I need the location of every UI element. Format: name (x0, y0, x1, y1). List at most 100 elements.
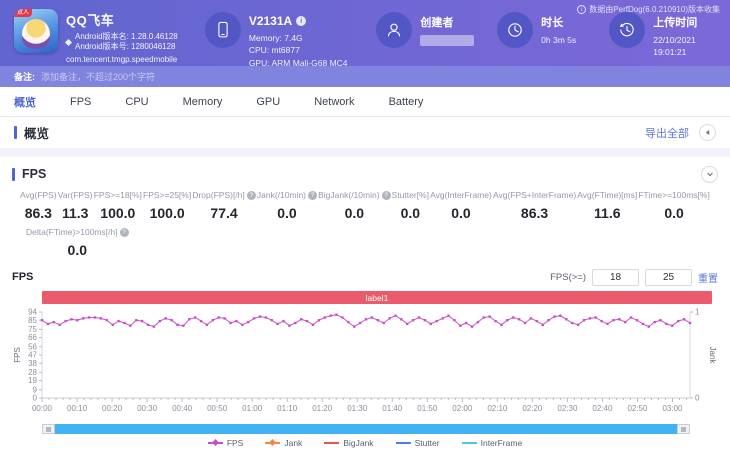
creator-block: 创建者 (376, 9, 497, 48)
svg-text:94: 94 (28, 308, 37, 317)
metric-label: BigJank(/10min)? (318, 190, 391, 200)
fps-chart-wrap: 0 9 19 28 38 47 56 66 75 85 94 FPS 0 1 Jank 00:00 00:10 0… (12, 306, 718, 423)
metric-value: 86.3 (24, 205, 52, 221)
metric-label: Var(FPS) (57, 190, 93, 200)
app-package: com.tencent.tmgp.speedmobile (66, 55, 178, 64)
legend-label: FPS (226, 437, 244, 448)
metric-value: 11.6 (594, 205, 621, 221)
svg-text:01:30: 01:30 (347, 404, 368, 413)
app-version-name: Android版本名: 1.28.0.46128 (75, 32, 178, 41)
collapse-down-button[interactable] (701, 165, 718, 183)
collapse-left-button[interactable] (699, 124, 716, 141)
device-block: V2131A i Memory: 7.4G CPU: mt6877 GPU: AR… (204, 9, 377, 69)
duration-label: 时长 (541, 17, 564, 29)
svg-text:02:30: 02:30 (557, 404, 578, 413)
svg-text:02:50: 02:50 (627, 404, 648, 413)
scrollbar-track[interactable] (55, 424, 677, 434)
legend-marker (265, 441, 281, 444)
svg-text:85: 85 (28, 316, 37, 325)
scrollbar-left-handle[interactable] (42, 424, 55, 434)
fps-threshold-input-1[interactable] (592, 268, 639, 286)
chart-annotation-bar: label1 (42, 291, 712, 304)
creator-name-masked (420, 35, 475, 46)
svg-text:0: 0 (33, 394, 38, 403)
svg-text:19: 19 (28, 376, 37, 385)
metric: Drop(FPS)[/h]? 77.4 (192, 190, 256, 221)
legend-label: Jank (284, 437, 303, 448)
svg-text:1: 1 (695, 308, 700, 317)
app-header: 双人 QQ飞车 Android版本名: 1.28.0.46128 Android… (0, 0, 730, 69)
section-gap (0, 149, 730, 157)
tab-memory[interactable]: Memory (183, 96, 223, 108)
collector-note: i 数据由PerfDog(6.0.210910)版本收集 (577, 4, 720, 15)
app-version-code: Android版本号: 1280046128 (75, 42, 176, 51)
metric-value: 11.3 (61, 205, 89, 221)
history-clock-icon (609, 12, 646, 48)
metric-value: 100.0 (149, 205, 185, 221)
metric: FPS>=25[%] 100.0 (143, 190, 191, 221)
metric-value: 0.0 (344, 205, 365, 221)
fps-card: FPS Avg(FPS) 86.3 Var(FPS) 11.3 FPS>=18[%] 10… (0, 157, 730, 461)
svg-text:47: 47 (28, 351, 37, 360)
svg-text:01:40: 01:40 (382, 404, 403, 413)
legend-item-jank[interactable]: Jank (265, 438, 302, 448)
note-bar[interactable]: 备注: 添加备注，不超过200个字符 (0, 66, 730, 87)
note-label: 备注: (14, 72, 35, 82)
metric-label: Drop(FPS)[/h]? (192, 190, 256, 200)
legend-item-fps[interactable]: FPS (207, 437, 244, 448)
help-icon[interactable]: ? (381, 190, 391, 200)
tab-gpu[interactable]: GPU (256, 96, 280, 108)
tab-network[interactable]: Network (314, 96, 354, 108)
device-cpu: CPU: mt6877 (248, 45, 300, 56)
upload-value: 22/10/2021 19:01:21 (653, 35, 696, 58)
help-icon[interactable]: ? (119, 227, 129, 237)
metric-label: Delta(FTime)>100ms[/h]? (26, 227, 129, 237)
clock-icon (497, 12, 534, 48)
tab-fps[interactable]: FPS (70, 96, 91, 108)
svg-text:01:50: 01:50 (417, 404, 438, 413)
overview-section-bar: 概览 导出全部 (0, 117, 730, 149)
metric-label: Avg(FTime)[ms] (577, 190, 638, 200)
svg-text:02:40: 02:40 (592, 404, 613, 413)
fps-metrics-row-1: Avg(FPS) 86.3 Var(FPS) 11.3 FPS>=18[%] 100.0 F… (12, 186, 718, 221)
metric-label: Avg(FPS+InterFrame) (492, 190, 577, 200)
reset-button[interactable]: 重置 (698, 270, 718, 285)
fps-section-title: FPS (22, 167, 47, 181)
metric-value: 0.0 (67, 242, 88, 258)
metric: Avg(FTime)[ms] 11.6 (577, 190, 637, 221)
export-all-button[interactable]: 导出全部 (645, 125, 689, 141)
fps-chart-title: FPS (12, 271, 34, 283)
device-info-icon[interactable]: i (296, 16, 307, 26)
device-model: V2131A (248, 14, 293, 28)
fps-threshold-input-2[interactable] (645, 268, 692, 286)
metric: Avg(FPS+InterFrame) 86.3 (493, 190, 576, 221)
metric-label: Avg(InterFrame) (430, 190, 492, 200)
legend-item-stutter[interactable]: Stutter (395, 438, 440, 448)
metric-label: FPS>=18[%] (93, 190, 142, 200)
help-icon[interactable]: ? (308, 190, 318, 200)
metric: BigJank(/10min)? 0.0 (318, 190, 391, 221)
metric-value: 0.0 (664, 205, 684, 221)
svg-text:01:00: 01:00 (242, 404, 263, 413)
metric-value: 100.0 (100, 205, 136, 221)
app-info-block: 双人 QQ飞车 Android版本名: 1.28.0.46128 Android… (14, 9, 205, 64)
legend-item-bigjank[interactable]: BigJank (324, 437, 374, 448)
chart-h-scrollbar[interactable] (42, 424, 690, 434)
tab-overview[interactable]: 概览 (14, 94, 36, 110)
metric-label: Avg(FPS) (20, 190, 57, 200)
tab-cpu[interactable]: CPU (125, 96, 148, 108)
svg-text:01:20: 01:20 (312, 404, 333, 413)
scrollbar-right-handle[interactable] (677, 424, 690, 434)
metric-value: 0.0 (277, 205, 297, 221)
svg-text:38: 38 (28, 359, 37, 368)
svg-text:03:00: 03:00 (662, 404, 683, 413)
legend-item-interframe[interactable]: InterFrame (461, 438, 522, 448)
title-accent-bar (14, 126, 17, 139)
chart-legend: FPS Jank BigJank Stutter InterFrame (12, 435, 718, 450)
svg-text:0: 0 (695, 394, 700, 403)
tab-battery[interactable]: Battery (389, 96, 424, 108)
help-icon[interactable]: ? (246, 190, 256, 200)
legend-label: BigJank (343, 437, 374, 448)
fps-chart: 09192838475666758594FPS01Jank00:00 00:10 0… (13, 308, 717, 413)
fps-chart-header: FPS FPS(>=) 重置 (12, 266, 718, 288)
